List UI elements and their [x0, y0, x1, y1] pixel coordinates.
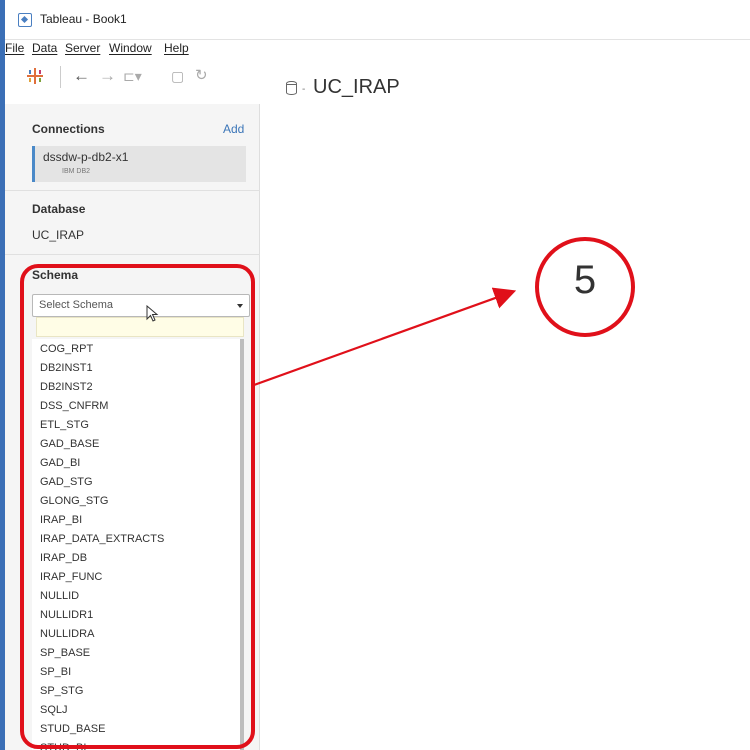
back-arrow-icon[interactable]: ← [73, 64, 90, 88]
tableau-app-icon [18, 13, 32, 27]
schema-item[interactable]: STUD_BASE [40, 723, 105, 735]
window-title: Tableau - Book1 [40, 12, 127, 26]
schema-item[interactable]: DB2INST2 [40, 381, 93, 393]
database-value[interactable]: UC_IRAP [32, 228, 84, 242]
refresh-icon[interactable]: ↻ [195, 64, 208, 88]
toolbar: ← → ⊏▾ ▢ ↻ [5, 58, 260, 104]
page-title: UC_IRAP [313, 76, 400, 98]
schema-item[interactable]: ETL_STG [40, 419, 89, 431]
schema-select[interactable]: Select Schema [32, 294, 250, 317]
schema-item[interactable]: DB2INST1 [40, 362, 93, 374]
schema-item[interactable]: GAD_BASE [40, 438, 99, 450]
schema-item[interactable]: DSS_CNFRM [40, 400, 108, 412]
connections-heading: Connections [32, 122, 105, 136]
schema-item[interactable]: SQLJ [40, 704, 68, 716]
add-connection-link[interactable]: Add [223, 122, 244, 136]
menu-data[interactable]: Data [32, 41, 57, 55]
schema-item[interactable]: SP_BI [40, 666, 71, 678]
schema-item[interactable]: NULLID [40, 590, 79, 602]
paste-icon[interactable]: ⊏▾ [123, 64, 142, 88]
schema-item[interactable]: IRAP_BI [40, 514, 82, 526]
mouse-cursor-icon [146, 305, 159, 322]
database-icon [286, 81, 297, 95]
menu-window[interactable]: Window [109, 41, 152, 55]
toolbar-separator [60, 66, 61, 88]
connection-card[interactable]: dssdw-p-db2-x1 IBM DB2 [32, 146, 246, 182]
schema-item[interactable]: IRAP_FUNC [40, 571, 102, 583]
title-bar: Tableau - Book1 [5, 0, 750, 40]
connection-name: dssdw-p-db2-x1 [43, 150, 129, 164]
menu-bar: File Data Server Window Help [5, 40, 750, 58]
tableau-logo-icon[interactable] [27, 68, 43, 84]
save-icon[interactable]: ▢ [171, 64, 184, 88]
schema-item[interactable]: GLONG_STG [40, 495, 108, 507]
schema-item[interactable]: NULLIDRA [40, 628, 94, 640]
schema-item[interactable]: GAD_BI [40, 457, 80, 469]
schema-item[interactable]: STUD_BI [40, 742, 86, 750]
database-heading: Database [32, 202, 86, 216]
schema-select-value: Select Schema [39, 299, 113, 311]
data-source-sidebar: Connections Add dssdw-p-db2-x1 IBM DB2 D… [5, 104, 260, 750]
dropdown-dash-icon[interactable]: - [302, 84, 305, 95]
schema-heading: Schema [32, 268, 79, 282]
menu-help[interactable]: Help [164, 41, 189, 55]
schema-item[interactable]: IRAP_DB [40, 552, 87, 564]
chevron-down-icon[interactable] [237, 304, 243, 308]
callout-number: 5 [573, 258, 597, 302]
schema-item[interactable]: GAD_STG [40, 476, 93, 488]
menu-file[interactable]: File [5, 41, 24, 55]
schema-item[interactable]: SP_BASE [40, 647, 90, 659]
forward-arrow-icon[interactable]: → [99, 64, 116, 88]
schema-item[interactable]: NULLIDR1 [40, 609, 93, 621]
schema-item[interactable]: COG_RPT [40, 343, 93, 355]
menu-server[interactable]: Server [65, 41, 100, 55]
schema-dropdown-list: COG_RPT DB2INST1 DB2INST2 DSS_CNFRM ETL_… [32, 339, 244, 750]
schema-search-input[interactable] [36, 317, 244, 337]
section-divider [5, 254, 260, 255]
schema-item[interactable]: IRAP_DATA_EXTRACTS [40, 533, 164, 545]
connection-type: IBM DB2 [62, 168, 91, 175]
schema-item[interactable]: SP_STG [40, 685, 83, 697]
section-divider [5, 190, 260, 191]
